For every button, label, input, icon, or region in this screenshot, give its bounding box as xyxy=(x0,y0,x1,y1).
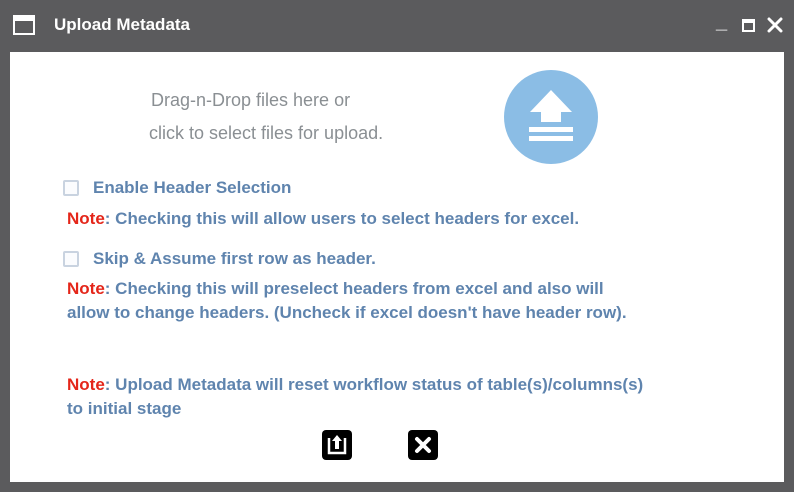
close-button[interactable] xyxy=(767,17,783,38)
note-text-line1: : Checking this will preselect headers f… xyxy=(104,279,604,298)
note-prefix: Note xyxy=(67,279,105,298)
upload-metadata-dialog: Upload Metadata _ Drag-n-Drop files here… xyxy=(0,0,794,492)
upload-icon xyxy=(327,435,347,455)
dropzone-hint-line1: Drag-n-Drop files here or xyxy=(151,90,351,110)
minimize-button[interactable]: _ xyxy=(716,12,727,32)
note-prefix: Note xyxy=(67,209,105,228)
footer-note-line2: to initial stage xyxy=(67,399,182,418)
enable-header-selection-label: Enable Header Selection xyxy=(93,178,292,197)
title-bar[interactable]: Upload Metadata _ xyxy=(0,0,794,52)
maximize-button[interactable] xyxy=(742,19,755,37)
window-icon xyxy=(13,15,35,40)
upload-icon[interactable] xyxy=(504,70,598,164)
skip-first-row-note: Note: Checking this will preselect heade… xyxy=(67,277,627,325)
cancel-button[interactable] xyxy=(408,430,438,460)
footer-note-line1: : Upload Metadata will reset workflow st… xyxy=(104,375,644,394)
skip-first-row-option[interactable]: Skip & Assume first row as header. xyxy=(63,249,376,269)
note-text: : Checking this will allow users to sele… xyxy=(104,209,580,228)
note-text-line2: allow to change headers. (Uncheck if exc… xyxy=(67,303,627,322)
close-icon xyxy=(415,437,431,453)
note-prefix: Note xyxy=(67,375,105,394)
maximize-icon xyxy=(742,19,755,32)
enable-header-selection-checkbox[interactable] xyxy=(63,180,79,196)
file-dropzone[interactable]: Drag-n-Drop files here or click to selec… xyxy=(138,70,618,172)
upload-button[interactable] xyxy=(322,430,352,460)
skip-first-row-checkbox[interactable] xyxy=(63,251,79,267)
close-icon xyxy=(767,17,783,33)
enable-header-selection-option[interactable]: Enable Header Selection xyxy=(63,178,291,198)
dialog-title: Upload Metadata xyxy=(54,15,191,34)
dropzone-hint-line2: click to select files for upload. xyxy=(149,123,384,143)
reset-workflow-note: Note: Upload Metadata will reset workflo… xyxy=(67,373,643,421)
enable-header-selection-note: Note: Checking this will allow users to … xyxy=(67,207,579,231)
skip-first-row-label: Skip & Assume first row as header. xyxy=(93,249,376,268)
